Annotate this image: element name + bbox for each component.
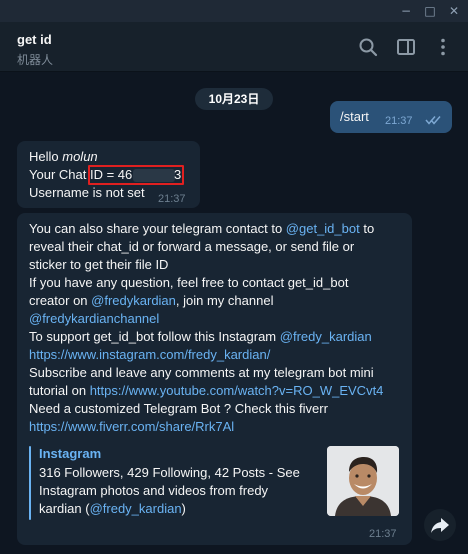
- user-name: molun: [62, 149, 98, 164]
- chat-id-highlight-box: [88, 165, 184, 185]
- message-time: 21:37: [385, 115, 413, 127]
- mention-link[interactable]: @fredy_kardian: [280, 329, 372, 344]
- preview-description: Instagram photos and videos from fredy: [39, 483, 269, 498]
- preview-accent-bar: [29, 446, 31, 520]
- sidebar-toggle-icon[interactable]: [395, 36, 417, 58]
- window-titlebar: − □ ✕: [0, 0, 468, 22]
- forward-icon: [431, 518, 449, 533]
- username-line: Username is not set: [29, 185, 145, 200]
- mention-link[interactable]: @get_id_bot: [286, 221, 360, 236]
- text-line: sticker to get their file ID: [29, 257, 169, 272]
- search-icon[interactable]: [357, 36, 379, 58]
- text-line: You can also share your telegram contact…: [29, 221, 375, 236]
- outgoing-message[interactable]: /start 21:37: [330, 101, 452, 133]
- minimize-button[interactable]: −: [396, 2, 416, 20]
- chat-subtitle: 机器人: [17, 53, 54, 67]
- mention-link[interactable]: @fredykardianchannel: [29, 310, 159, 328]
- text-line: Need a customized Telegram Bot ? Check t…: [29, 401, 328, 416]
- url-link[interactable]: https://www.youtube.com/watch?v=RO_W_EVC…: [90, 383, 384, 398]
- message-text: /start: [340, 109, 369, 124]
- preview-description: kardian (@fredy_kardian): [39, 501, 186, 516]
- url-link[interactable]: https://www.instagram.com/fredy_kardian/: [29, 346, 270, 364]
- date-separator: 10月23日: [195, 88, 273, 110]
- url-link[interactable]: https://www.fiverr.com/share/Rrk7Al: [29, 418, 234, 436]
- text-line: To support get_id_bot follow this Instag…: [29, 329, 372, 344]
- close-button[interactable]: ✕: [444, 2, 464, 20]
- greeting-line: Hello molun: [29, 149, 98, 164]
- mention-link[interactable]: @fredykardian: [91, 293, 176, 308]
- read-receipt-icon: [425, 116, 441, 125]
- more-vert-icon[interactable]: [432, 36, 454, 58]
- text-line: If you have any question, feel free to c…: [29, 275, 349, 290]
- preview-site-name[interactable]: Instagram: [39, 446, 101, 461]
- profile-photo-image: [327, 446, 399, 516]
- text-line: reveal their chat_id or forward a messag…: [29, 239, 355, 254]
- text-line: Subscribe and leave any comments at my t…: [29, 365, 374, 380]
- forward-button[interactable]: [424, 509, 456, 541]
- maximize-button[interactable]: □: [420, 2, 440, 20]
- message-time: 21:37: [158, 193, 186, 205]
- message-time: 21:37: [369, 528, 397, 540]
- text-line: creator on @fredykardian, join my channe…: [29, 293, 274, 308]
- mention-link[interactable]: @fredy_kardian: [90, 501, 182, 516]
- chat-header[interactable]: get id 机器人: [0, 22, 468, 72]
- preview-thumbnail[interactable]: [327, 446, 399, 516]
- chat-title: get id: [17, 32, 52, 47]
- preview-description: 316 Followers, 429 Following, 42 Posts -…: [39, 465, 300, 480]
- text-line: tutorial on https://www.youtube.com/watc…: [29, 383, 384, 398]
